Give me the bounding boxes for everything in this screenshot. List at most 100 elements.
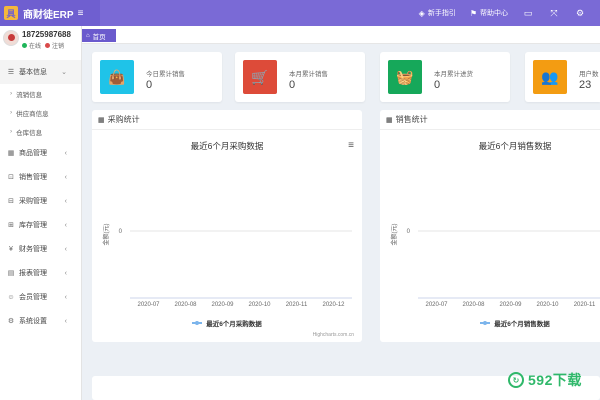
user-name: 18725987688 xyxy=(22,30,71,39)
sidebar-item-label: 会员管理 xyxy=(19,294,47,301)
chevron-left-icon: ‹ xyxy=(64,269,67,277)
sidebar-item-products[interactable]: ▦ 商品管理 ‹ xyxy=(0,141,81,165)
warehouse-icon: ⊞ xyxy=(8,222,14,229)
avatar xyxy=(3,30,19,46)
sidebar-item-reports[interactable]: ▤ 报表管理 ‹ xyxy=(0,261,81,285)
submenu-item-label: 仓库信息 xyxy=(16,129,43,137)
chart-legend[interactable]: 最近6个月采购数据 xyxy=(92,318,362,328)
chevron-right-icon: › xyxy=(10,128,13,135)
sidebar-item-basic-info[interactable]: ☰ 基本信息 ⌄ xyxy=(0,60,81,84)
online-dot-icon xyxy=(22,43,27,48)
chart-legend[interactable]: 最近6个月销售数据 xyxy=(380,318,600,328)
cart-icon: 🛒 xyxy=(243,60,277,94)
x-tick-label: 2020-10 xyxy=(248,302,271,308)
sidebar-item-purchase[interactable]: ⊟ 采购管理 ‹ xyxy=(0,189,81,213)
settings-icon[interactable]: ⚙ xyxy=(574,8,586,19)
sidebar-item-finance[interactable]: ¥ 财务管理 ‹ xyxy=(0,237,81,261)
logout-link[interactable]: 注销 xyxy=(52,41,64,50)
x-tick-label: 2020-10 xyxy=(536,302,559,308)
legend-label: 最近6个月销售数据 xyxy=(494,321,550,328)
legend-marker-icon xyxy=(480,320,491,325)
watermark-text: 592下载 xyxy=(528,372,582,388)
sidebar-item-label: 系统设置 xyxy=(19,318,47,325)
sidebar-item-settings[interactable]: ⚙ 系统设置 ‹ xyxy=(0,309,81,333)
truck-icon: ⊟ xyxy=(8,198,14,205)
stat-value: 0 xyxy=(146,79,153,91)
basket-icon: 🧺 xyxy=(388,60,422,94)
stat-card-users: 👥 用户数 23 xyxy=(525,52,600,102)
diamond-icon: ◈ xyxy=(418,8,425,18)
stat-card-today-sales: 👜 今日累计销售 0 xyxy=(92,52,222,102)
guide-link-label: 新手指引 xyxy=(427,10,456,17)
stat-value: 0 xyxy=(434,79,441,91)
stat-card-month-purchase: 🧺 本月累计进货 0 xyxy=(380,52,510,102)
user-panel: 18725987688 在线 注销 xyxy=(0,26,81,60)
sales-chart: 金额(元) 0 2020-07 2020-08 2020-09 2020-10 2020-1… xyxy=(390,224,600,308)
chevron-left-icon: ‹ xyxy=(64,245,67,253)
sidebar: 18725987688 在线 注销 ☰ 基本信息 ⌄ › 流销信息 › 供应商信… xyxy=(0,26,82,400)
submenu-item-customer[interactable]: › 流销信息 xyxy=(0,84,81,103)
users-icon: 👥 xyxy=(533,60,567,94)
sidebar-item-label: 库存管理 xyxy=(19,222,47,229)
gear-icon: ⚙ xyxy=(7,318,15,325)
chevron-left-icon: ‹ xyxy=(64,197,67,205)
list-icon: ☰ xyxy=(7,69,15,76)
home-icon: ⌂ xyxy=(86,32,90,39)
chevron-down-icon: ⌄ xyxy=(61,69,67,76)
guide-link[interactable]: ◈ 新手指引 xyxy=(419,8,456,18)
help-center-link[interactable]: ⚑ 帮助中心 xyxy=(470,8,508,18)
sidebar-item-label: 基本信息 xyxy=(19,69,47,76)
sidebar-item-label: 财务管理 xyxy=(19,246,47,253)
cart-icon: ⊡ xyxy=(8,174,14,181)
y-tick-label: 0 xyxy=(407,229,411,235)
sidebar-item-sales[interactable]: ⊡ 销售管理 ‹ xyxy=(0,165,81,189)
purchase-stats-panel: ▦ 采购统计 最近6个月采购数据 ≡ 金额(元) 0 2020-07 2020-08 2… xyxy=(92,110,362,342)
sidebar-item-label: 商品管理 xyxy=(19,150,47,157)
user-status: 在线 注销 xyxy=(22,41,71,50)
legend-label: 最近6个月采购数据 xyxy=(206,321,262,328)
box-icon: ▦ xyxy=(7,150,15,157)
y-axis-label: 金额(元) xyxy=(102,224,110,246)
stat-label: 本月累计进货 xyxy=(434,71,473,78)
submenu-item-label: 流销信息 xyxy=(16,91,43,99)
chevron-left-icon: ‹ xyxy=(64,317,67,325)
sales-stats-panel: ▦ 销售统计 最近6个月销售数据 金额(元) 0 2020-07 2020-08 202… xyxy=(380,110,600,342)
breadcrumb: ⌂ 首页 xyxy=(82,26,600,44)
stat-value: 0 xyxy=(289,79,296,91)
brand-logo: 具 xyxy=(4,6,18,20)
menu-toggle-icon[interactable]: ≡ xyxy=(78,8,84,19)
flag-icon: ⚑ xyxy=(469,8,477,18)
help-center-label: 帮助中心 xyxy=(480,10,508,17)
tab-home[interactable]: ⌂ 首页 xyxy=(82,29,116,42)
logout-dot-icon xyxy=(45,43,51,48)
shopping-bag-icon: 👜 xyxy=(100,60,134,94)
sidebar-item-members[interactable]: ☺ 会员管理 ‹ xyxy=(0,285,81,309)
submenu-item-warehouse[interactable]: › 仓库信息 xyxy=(0,122,81,141)
stat-label: 用户数 xyxy=(579,71,599,78)
fullscreen-icon[interactable]: ⤧ xyxy=(548,8,560,19)
chevron-right-icon: › xyxy=(10,90,13,97)
stat-label: 今日累计销售 xyxy=(146,71,185,78)
chevron-right-icon: › xyxy=(10,109,13,116)
watermark-logo-icon: ↻ xyxy=(508,372,524,388)
stat-value: 23 xyxy=(579,79,592,91)
chart-credits[interactable]: Highcharts.com.cn xyxy=(313,332,354,338)
submenu-item-supplier[interactable]: › 供应商信息 xyxy=(0,103,81,122)
chevron-left-icon: ‹ xyxy=(64,221,67,229)
x-tick-label: 2020-08 xyxy=(174,302,197,308)
x-tick-label: 2020-11 xyxy=(574,302,596,308)
top-actions: ◈ 新手指引 ⚑ 帮助中心 ▭ ⤧ ⚙ xyxy=(419,0,600,26)
app-title: 商财徒ERP xyxy=(23,9,74,21)
legend-marker-icon xyxy=(192,320,203,325)
y-tick-label: 0 xyxy=(119,229,123,235)
x-tick-label: 2020-11 xyxy=(286,302,308,308)
brand[interactable]: 具 商财徒ERP ≡ xyxy=(0,0,100,26)
chevron-left-icon: ‹ xyxy=(64,173,67,181)
tab-home-label: 首页 xyxy=(92,33,106,41)
message-icon[interactable]: ▭ xyxy=(522,8,534,19)
y-axis-label: 金额(元) xyxy=(390,224,398,246)
sidebar-item-inventory[interactable]: ⊞ 库存管理 ‹ xyxy=(0,213,81,237)
sidebar-item-label: 报表管理 xyxy=(19,270,47,277)
online-label: 在线 xyxy=(29,44,42,50)
money-icon: ¥ xyxy=(9,245,13,253)
